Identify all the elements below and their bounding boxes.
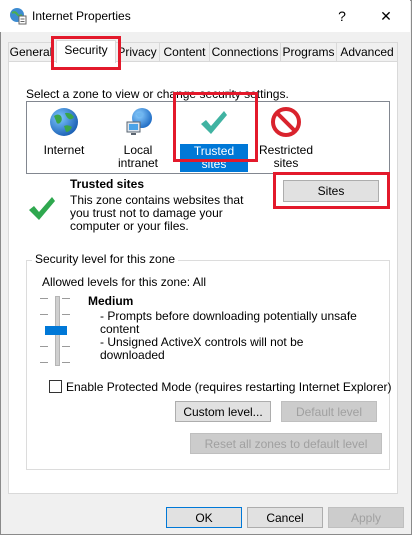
tab-programs[interactable]: Programs [280,42,337,62]
zone-label-internet: Internet [43,143,85,157]
custom-level-button[interactable]: Custom level... [175,401,271,422]
protected-mode-checkbox[interactable] [49,380,62,393]
tab-strip: General Security Privacy Content Connect… [8,40,398,63]
tab-general[interactable]: General [8,42,54,62]
apply-button[interactable]: Apply [328,507,404,528]
zone-local-intranet[interactable]: Local intranet [102,106,174,170]
zone-label-restricted-sites: Restricted sites [258,143,314,170]
highlight-sites-button [273,172,390,209]
restricted-icon [270,106,302,138]
highlight-trusted-sites [173,92,258,162]
close-button[interactable]: ✕ [364,3,408,29]
cancel-button[interactable]: Cancel [247,507,323,528]
tab-advanced[interactable]: Advanced [336,42,398,62]
slider-tick [62,314,70,315]
slider-tick [40,346,48,347]
slider-tick [40,314,48,315]
title-bar: Internet Properties ? ✕ [0,0,410,32]
zone-internet[interactable]: Internet [36,106,92,157]
globe-icon [48,106,80,138]
internet-properties-app-icon [9,7,27,25]
zone-label-local-intranet: Local intranet [117,143,159,170]
slider-tick [62,298,70,299]
security-level-bullet: - Unsigned ActiveX controls will not be … [100,335,304,362]
help-button[interactable]: ? [320,3,364,29]
security-level-slider[interactable] [38,294,72,366]
slider-thumb[interactable] [45,326,67,335]
reset-all-zones-button[interactable]: Reset all zones to default level [190,433,382,454]
trusted-sites-check-icon [26,192,58,224]
tab-content[interactable]: Content [159,42,210,62]
security-level-name: Medium [88,294,134,308]
zone-restricted-sites[interactable]: Restricted sites [255,106,317,170]
slider-tick [62,362,70,363]
slider-tick [40,362,48,363]
default-level-button[interactable]: Default level [281,401,377,422]
security-level-label: Security level for this zone [32,252,179,266]
slider-tick [62,346,70,347]
slider-tick [40,298,48,299]
protected-mode-label: Enable Protected Mode (requires restarti… [66,380,392,394]
selected-zone-title: Trusted sites [70,177,145,191]
tab-security[interactable]: Security [56,40,116,63]
allowed-levels-text: Allowed levels for this zone: All [42,275,207,289]
window-title: Internet Properties [32,9,131,23]
ok-button[interactable]: OK [166,507,242,528]
intranet-icon [122,106,154,138]
selected-zone-description: This zone contains websites that you tru… [70,193,244,233]
tab-connections[interactable]: Connections [209,42,281,62]
security-level-bullet: - Prompts before downloading potentially… [100,309,357,336]
